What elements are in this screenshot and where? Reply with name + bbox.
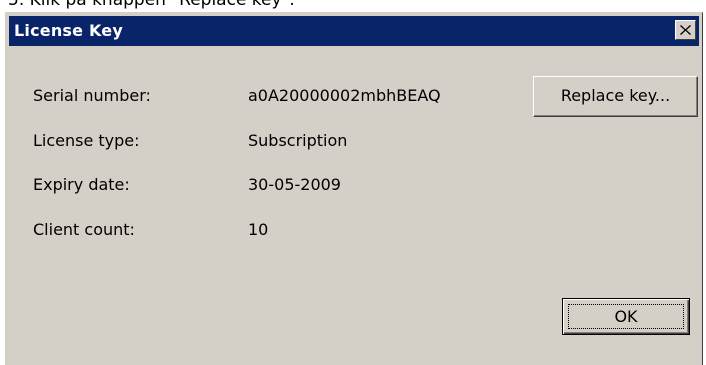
license-key-dialog: License Key Serial number: a0A20000002mb…: [5, 12, 703, 365]
instruction-caption: 5. Klik på knappen "Replace key".: [8, 0, 295, 10]
license-type-value: Subscription: [248, 131, 348, 150]
expiry-date-value: 30-05-2009: [248, 175, 341, 194]
license-type-label: License type:: [33, 131, 140, 150]
serial-number-label: Serial number:: [33, 86, 151, 105]
dialog-title: License Key: [14, 21, 123, 40]
serial-number-value: a0A20000002mbhBEAQ: [248, 86, 441, 105]
ok-button[interactable]: OK: [562, 298, 690, 335]
replace-key-button[interactable]: Replace key...: [533, 76, 698, 117]
client-count-value: 10: [248, 220, 269, 239]
dialog-titlebar[interactable]: License Key: [9, 16, 699, 46]
close-icon: [680, 25, 691, 35]
client-count-label: Client count:: [33, 220, 135, 239]
ok-button-label: OK: [568, 304, 684, 329]
close-button[interactable]: [675, 20, 696, 40]
expiry-date-label: Expiry date:: [33, 175, 130, 194]
